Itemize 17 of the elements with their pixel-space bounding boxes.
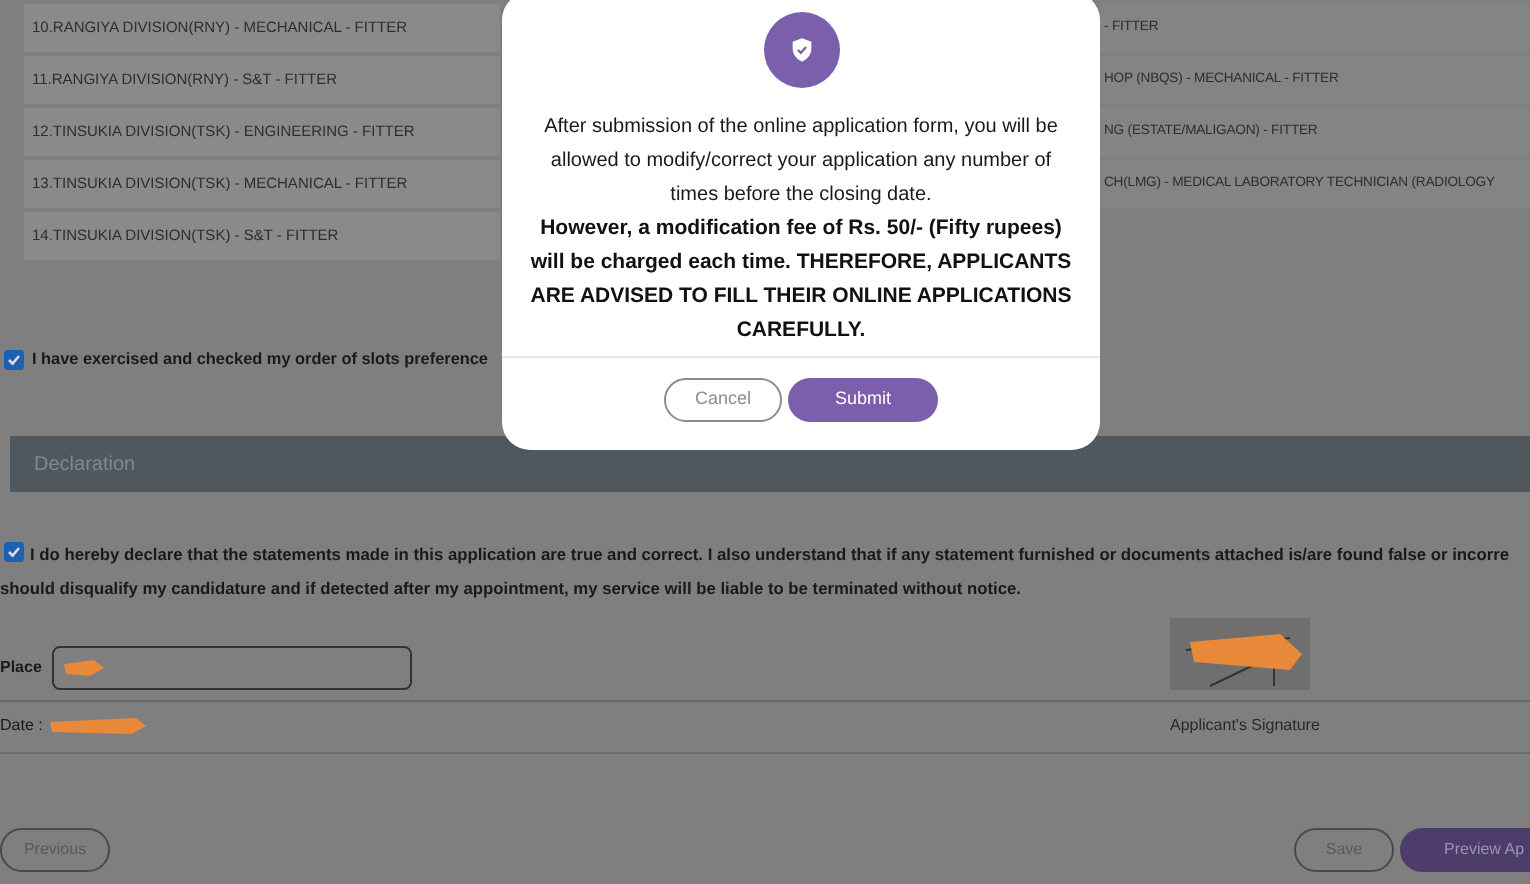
checkbox[interactable] (4, 542, 24, 563)
preview-button[interactable]: Preview Ap (1400, 827, 1530, 872)
dialog-message: After submission of the online application form, you will be allowed to modify/correct your application any number of times before the closing date. (542, 114, 1060, 210)
slots-confirm-label: I have exercised and checked my order of slots preference (32, 348, 488, 372)
dialog-warning: However, a modification fee of Rs. 50/- (Fifty rupees) will be charged each time. THEREFORE, APPLICANTS ARE ADVISED TO FILL THEIR ONLINE APPLICATIONS CAREFULLY. (528, 214, 1074, 346)
declaration-text: I do hereby declare that the statements made in this application are true and correct. I also understand that if any statement furnished or documents attached is/are found false or incorre (30, 542, 1509, 568)
shield-icon (763, 12, 839, 88)
redaction-mark (48, 716, 149, 737)
submit-button[interactable]: Submit (788, 378, 938, 422)
place-field[interactable] (51, 645, 412, 690)
place-label: Place (0, 655, 42, 680)
signature-label: Applicant's Signature (1170, 714, 1322, 739)
checkbox[interactable] (4, 350, 24, 371)
date-label: Date : (0, 714, 43, 739)
cancel-button[interactable]: Cancel (664, 378, 782, 422)
declaration-text: should disqualify my candidature and if detected after my appointment, my service will be liable to be terminated without notice. (0, 575, 1024, 602)
redaction-mark (61, 657, 106, 678)
